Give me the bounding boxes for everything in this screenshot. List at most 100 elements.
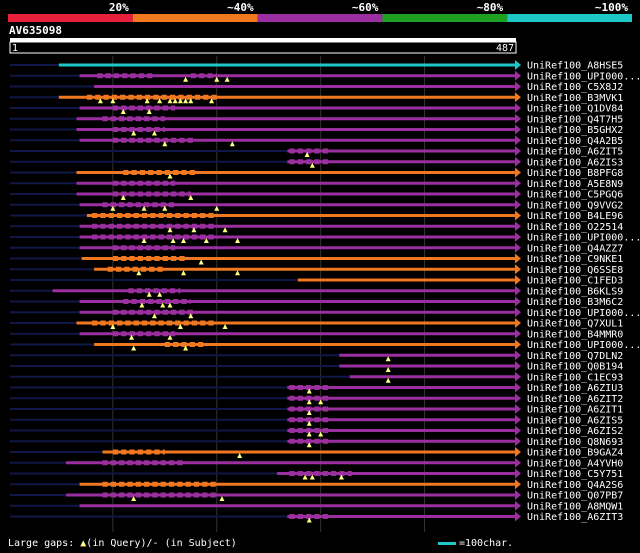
hit-segment — [129, 180, 135, 186]
hit-segment — [121, 137, 127, 143]
hit-segment — [100, 320, 106, 326]
hit-segment — [130, 73, 136, 79]
hit-row: UniRef100_Q8N693 — [10, 436, 623, 448]
hit-segment — [112, 256, 119, 261]
gap-triangle — [235, 238, 241, 243]
hit-segment — [125, 223, 131, 229]
hit-label: UniRef100_Q4A2S6 — [527, 480, 623, 491]
hit-segment — [179, 137, 185, 143]
hit-segment — [191, 223, 198, 229]
legend-swatch — [507, 14, 632, 22]
hit-row: UniRef100_A4YVH0 — [10, 457, 623, 469]
hit-segment — [121, 449, 127, 455]
hit-segment — [208, 213, 214, 218]
hit-segment — [164, 170, 171, 175]
hit-segment — [131, 299, 137, 304]
hit-row: UniRef100_C9NKE1 — [10, 253, 623, 265]
hit-segment — [191, 213, 198, 218]
hit-end-arrow — [514, 156, 521, 167]
hit-segment — [135, 202, 141, 208]
query-ruler — [9, 41, 517, 54]
hit-segment — [173, 342, 179, 347]
hit-segment — [322, 417, 328, 423]
hit-segment — [146, 245, 152, 251]
hit-label: UniRef100_Q4A2B5 — [527, 136, 623, 147]
gap-triangle — [385, 377, 391, 383]
scale-bar-icon — [438, 541, 456, 545]
hit-segment — [133, 234, 139, 240]
hit-row: UniRef100_B8PFG8 — [10, 167, 623, 179]
hit-segment — [171, 309, 177, 315]
hit-segment — [187, 191, 191, 197]
hit-label: UniRef100_Q6SSE8 — [527, 265, 623, 276]
hit-segment — [119, 116, 125, 122]
hit-segment — [150, 223, 156, 229]
hit-segment — [146, 191, 152, 197]
hit-segment — [306, 417, 312, 423]
hit-end-arrow — [514, 307, 521, 318]
hit-segment — [100, 213, 106, 218]
gap-triangle — [198, 259, 204, 265]
hit-segment — [189, 170, 195, 175]
hit-segment — [108, 223, 114, 229]
identity-legend: 20% ~40% ~60% ~80% ~100% — [8, 1, 632, 22]
hit-segment — [121, 256, 127, 261]
hit-label: UniRef100_O22514 — [527, 222, 623, 233]
hit-segment — [132, 266, 138, 272]
hit-segment — [297, 385, 304, 390]
hit-segment — [297, 438, 304, 444]
in-query-label: (in Query)/- — [86, 538, 159, 549]
hit-segment — [117, 213, 123, 218]
hit-row: UniRef100_UPI000... — [10, 339, 640, 351]
hit-segment — [289, 385, 295, 390]
hit-segment — [168, 202, 175, 208]
hit-segment — [144, 492, 150, 498]
hit-segment — [129, 449, 135, 455]
hit-segment — [185, 481, 191, 487]
hit-label: UniRef100_A6ZIT5 — [527, 147, 623, 158]
hit-segment — [119, 481, 125, 487]
hit-segment — [306, 406, 312, 412]
hit-segment — [162, 309, 168, 315]
hit-segment — [144, 460, 150, 466]
hit-bar — [339, 353, 515, 357]
hit-segment — [135, 116, 141, 122]
hit-bar — [297, 278, 515, 282]
hit-row: UniRef100_Q7XUL1 — [10, 318, 623, 330]
hit-bar — [58, 63, 515, 67]
hit-segment — [127, 492, 133, 498]
hit-row: UniRef100_Q0B194 — [10, 361, 623, 373]
hit-segment — [110, 481, 116, 487]
hit-segment — [121, 309, 127, 315]
hit-row: UniRef100_Q4A2S6 — [10, 479, 623, 491]
hit-segment — [297, 514, 304, 519]
hit-segment — [112, 449, 119, 455]
hit-segment — [137, 256, 143, 261]
hit-end-arrow — [514, 189, 521, 199]
hit-segment — [112, 331, 119, 337]
hit-segment — [322, 471, 328, 476]
hit-bar — [94, 267, 515, 271]
hit-end-arrow — [514, 253, 521, 264]
hit-segment — [208, 320, 214, 326]
hit-label: UniRef100_A6ZIT2 — [527, 394, 623, 405]
hit-row: UniRef100_C1FED3 — [10, 275, 623, 287]
hit-segment — [289, 395, 295, 401]
hit-end-arrow — [514, 436, 521, 447]
hit-segment — [177, 460, 183, 466]
hit-segment — [92, 213, 98, 218]
hit-segment — [146, 309, 152, 315]
hit-segment — [113, 73, 120, 79]
hit-segment — [289, 148, 295, 154]
hit-segment — [154, 180, 160, 186]
hit-label: UniRef100_Q07PB7 — [527, 491, 623, 502]
hit-label: UniRef100_C5Y751 — [527, 469, 623, 480]
hit-segment — [171, 105, 176, 111]
hit-segment — [110, 116, 116, 122]
hit-end-arrow — [514, 264, 521, 275]
hit-segment — [168, 460, 175, 466]
hit-bar — [339, 364, 515, 368]
hit-segment — [139, 299, 146, 304]
hit-segment — [110, 492, 116, 498]
hit-bar — [94, 343, 515, 346]
